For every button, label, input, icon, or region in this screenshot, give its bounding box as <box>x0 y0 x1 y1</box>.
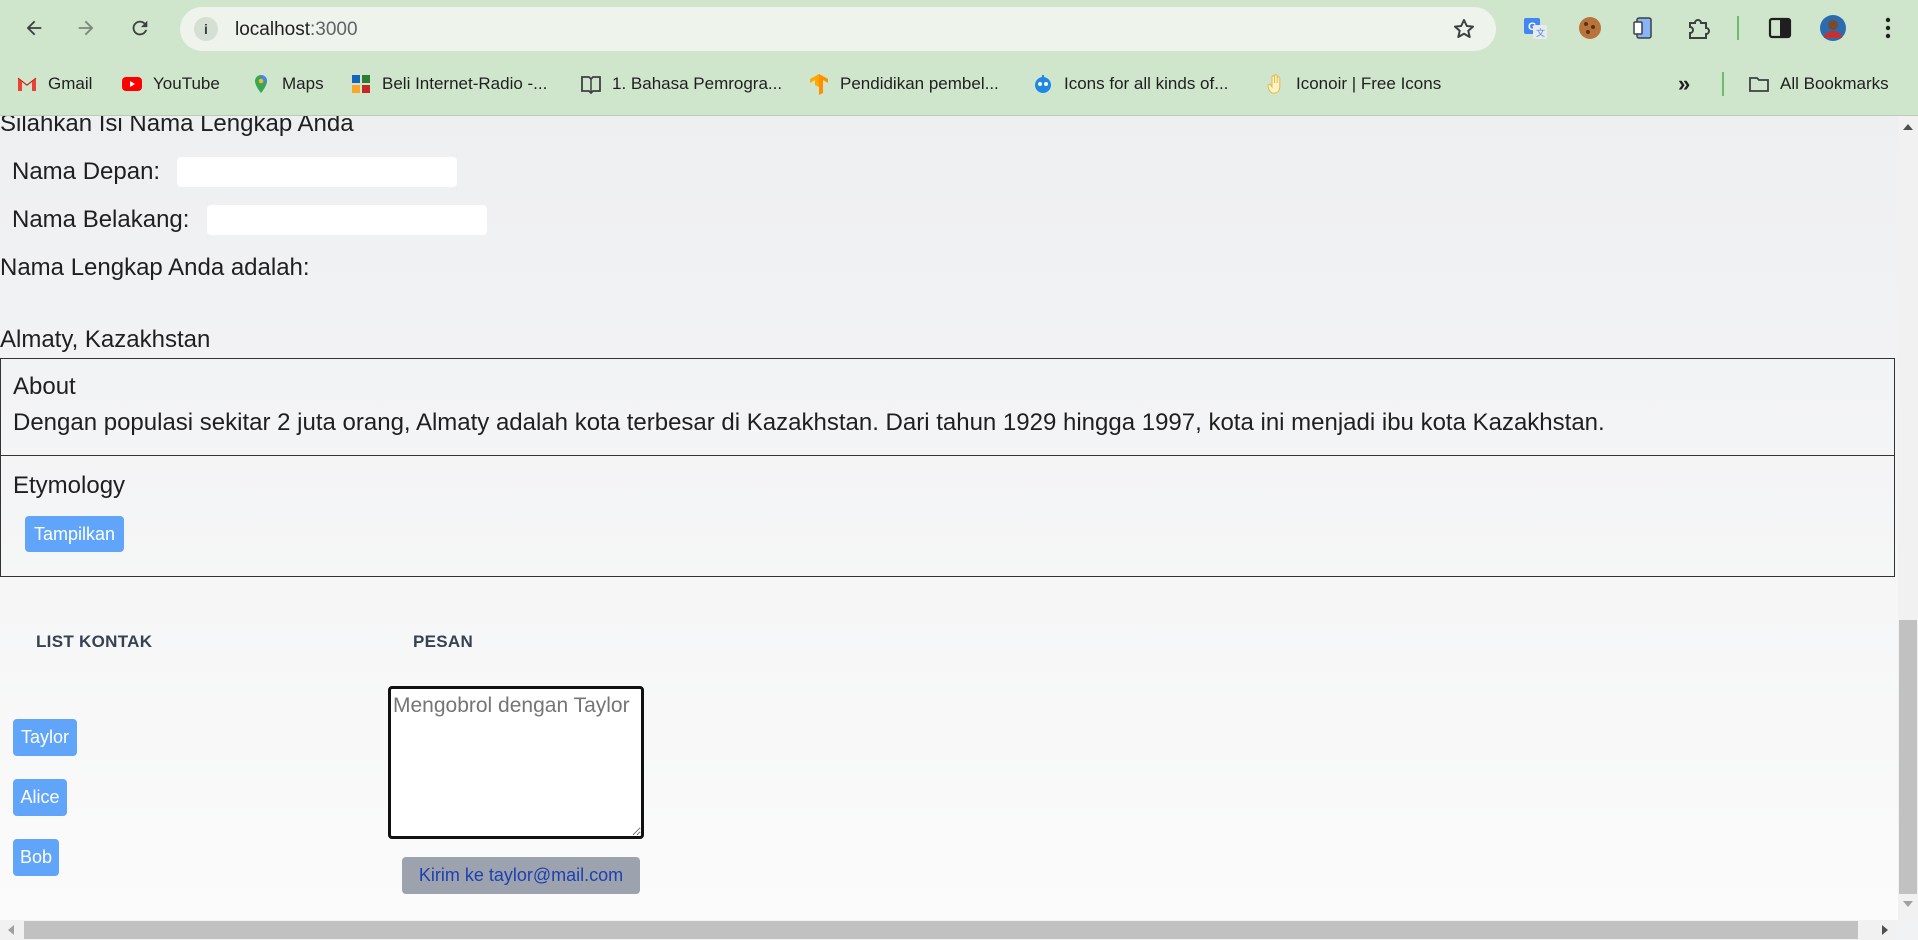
browser-chrome: i localhost:3000 G文 Gmail YouTube Maps B… <box>0 0 1918 116</box>
about-heading: About <box>13 373 76 400</box>
radio-icon <box>350 73 372 95</box>
translate-extension-icon[interactable]: G文 <box>1520 12 1552 44</box>
about-text: Dengan populasi sekitar 2 juta orang, Al… <box>13 409 1605 436</box>
last-name-input[interactable] <box>207 205 487 235</box>
extensions-puzzle-icon[interactable] <box>1682 12 1714 44</box>
gmail-icon <box>16 73 38 95</box>
bookmark-youtube[interactable]: YouTube <box>121 68 220 100</box>
etymology-heading: Etymology <box>13 472 126 499</box>
bookmark-label: YouTube <box>153 74 220 93</box>
bookmark-label: Beli Internet-Radio -... <box>382 74 548 93</box>
full-name-output: Nama Lengkap Anda adalah: <box>0 254 310 281</box>
robot-icon <box>1032 73 1054 95</box>
folder-icon <box>1748 73 1770 95</box>
bookmark-radio[interactable]: Beli Internet-Radio -... <box>350 68 547 100</box>
bookmark-icons[interactable]: Icons for all kinds of... <box>1032 68 1228 100</box>
tensorflow-icon <box>808 73 830 95</box>
browser-menu-icon[interactable] <box>1872 12 1904 44</box>
profile-avatar-icon[interactable] <box>1817 12 1849 44</box>
url-port: :3000 <box>310 19 358 40</box>
bookmark-label: Iconoir | Free Icons <box>1296 74 1442 93</box>
message-textarea[interactable] <box>388 686 644 839</box>
bookmark-label: Gmail <box>48 74 93 93</box>
city-title: Almaty, Kazakhstan <box>0 326 211 353</box>
maps-icon <box>250 73 272 95</box>
bookmark-label: Pendidikan pembel... <box>840 74 999 93</box>
contact-taylor-button[interactable]: Taylor <box>13 719 77 756</box>
bookmark-book[interactable]: 1. Bahasa Pemrogra... <box>580 68 782 100</box>
message-heading: PESAN <box>413 632 474 651</box>
all-bookmarks-label: All Bookmarks <box>1780 74 1889 93</box>
back-button[interactable] <box>16 10 52 46</box>
page-content: Silahkan Isi Nama Lengkap Anda Nama Depa… <box>0 116 1898 920</box>
show-etymology-button[interactable]: Tampilkan <box>25 516 124 552</box>
bookmark-gmail[interactable]: Gmail <box>16 68 92 100</box>
contact-alice-button[interactable]: Alice <box>13 779 67 816</box>
side-panel-icon[interactable] <box>1764 12 1796 44</box>
scroll-left-arrow-icon[interactable] <box>8 925 14 935</box>
youtube-icon <box>121 73 143 95</box>
contact-bob-button[interactable]: Bob <box>13 839 59 876</box>
about-section: About Dengan populasi sekitar 2 juta ora… <box>0 358 1895 456</box>
horizontal-scrollbar-thumb[interactable] <box>24 921 1858 939</box>
bookmark-label: Maps <box>282 74 324 93</box>
bookmark-label: Icons for all kinds of... <box>1064 74 1229 93</box>
bookmark-maps[interactable]: Maps <box>250 68 324 100</box>
cookie-extension-icon[interactable] <box>1574 12 1606 44</box>
bookmarks-overflow-chevron-icon[interactable]: » <box>1678 68 1690 100</box>
last-name-label: Nama Belakang: <box>12 206 190 233</box>
name-form-heading: Silahkan Isi Nama Lengkap Anda <box>0 116 354 137</box>
first-name-input[interactable] <box>177 157 457 187</box>
address-bar[interactable]: i localhost:3000 <box>180 7 1496 51</box>
bookmarks-separator <box>1722 72 1724 96</box>
reload-button[interactable] <box>122 10 158 46</box>
forward-arrow-icon <box>78 20 94 36</box>
back-arrow-icon <box>26 20 42 36</box>
vertical-scrollbar-thumb[interactable] <box>1899 620 1917 894</box>
scroll-up-arrow-icon[interactable] <box>1903 124 1913 130</box>
scroll-down-arrow-icon[interactable] <box>1903 901 1913 907</box>
site-info-icon[interactable]: i <box>194 17 218 41</box>
hand-icon <box>1264 73 1286 95</box>
device-extension-icon[interactable] <box>1628 12 1660 44</box>
scroll-right-arrow-icon[interactable] <box>1882 925 1888 935</box>
bookmark-label: 1. Bahasa Pemrogra... <box>612 74 783 93</box>
browser-toolbar: i localhost:3000 G文 <box>0 0 1918 56</box>
url-host: localhost <box>235 19 310 40</box>
reload-icon <box>132 20 148 36</box>
toolbar-separator <box>1737 16 1739 40</box>
first-name-label: Nama Depan: <box>12 158 161 185</box>
all-bookmarks-button[interactable]: All Bookmarks <box>1748 68 1889 100</box>
forward-button[interactable] <box>68 10 104 46</box>
address-url[interactable]: localhost:3000 <box>235 19 358 41</box>
bookmark-tensorflow[interactable]: Pendidikan pembel... <box>808 68 999 100</box>
etymology-section: Etymology Tampilkan <box>0 455 1895 577</box>
bookmarks-bar: Gmail YouTube Maps Beli Internet-Radio -… <box>0 64 1918 104</box>
bookmark-iconoir[interactable]: Iconoir | Free Icons <box>1264 68 1441 100</box>
send-message-button[interactable]: Kirim ke taylor@mail.com <box>402 857 640 894</box>
bookmark-star-icon[interactable] <box>1452 17 1476 41</box>
book-icon <box>580 73 602 95</box>
contacts-heading: LIST KONTAK <box>36 632 153 651</box>
svg-text:文: 文 <box>1536 27 1545 38</box>
